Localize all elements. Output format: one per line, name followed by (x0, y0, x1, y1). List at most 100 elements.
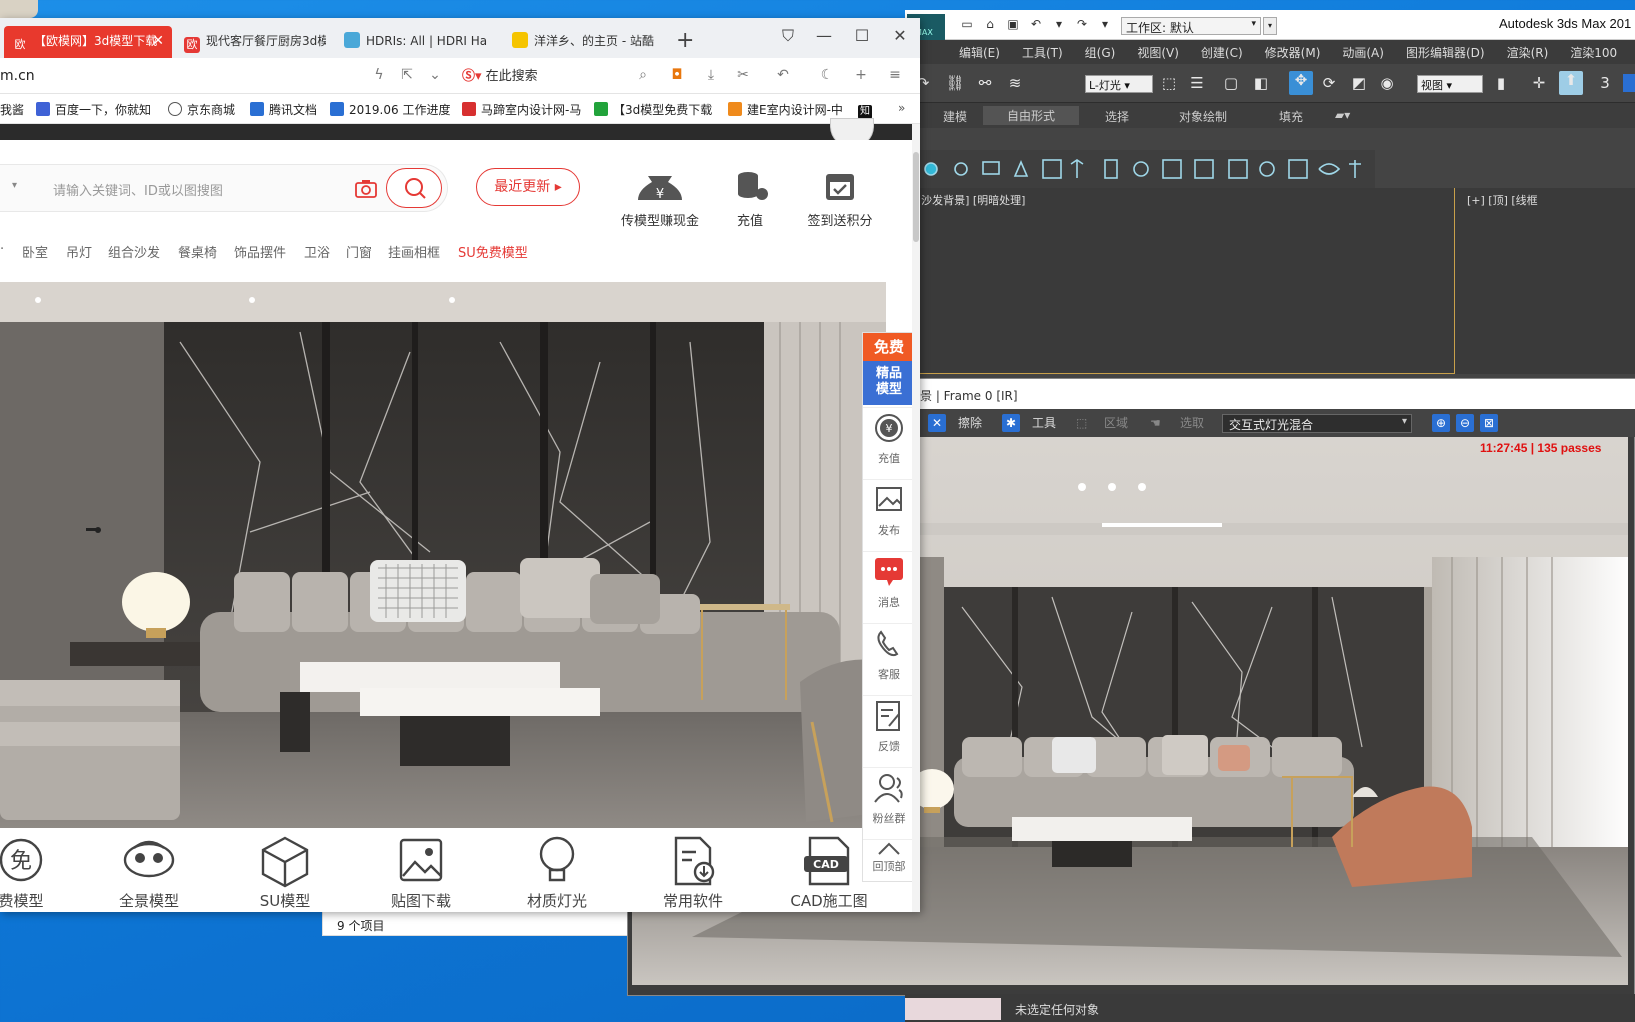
open-file-icon[interactable]: ⌂ (982, 17, 998, 31)
rect-region-icon[interactable]: ▢ (1221, 74, 1241, 92)
night-mode-icon[interactable]: ☾ (818, 67, 836, 83)
menu-tools[interactable]: 工具(T) (1022, 44, 1063, 61)
category-link[interactable]: 挂画相框 (388, 242, 440, 261)
ribbon-tab-populate[interactable]: 填充 (1279, 108, 1303, 125)
checkin-button[interactable]: 签到送积分 (800, 168, 880, 229)
layer-select[interactable]: L-灯光 ▾ (1085, 75, 1153, 93)
menu-animation[interactable]: 动画(A) (1342, 44, 1384, 61)
recharge-button[interactable]: 充值 (710, 168, 790, 229)
viewport-area[interactable]: ] [沙发背景] [明暗处理] [+] [顶] [线框 (905, 188, 1635, 374)
bookmark-3d-free[interactable]: 【3d模型免费下载 (594, 101, 712, 118)
category-link[interactable]: 卫浴 (304, 242, 330, 261)
nav-su-models[interactable]: SU模型 (230, 828, 340, 911)
snap-toggle-3[interactable]: 3 (1595, 74, 1615, 92)
link-icon[interactable]: ⛓ (945, 74, 965, 92)
select-object-icon[interactable]: ⬚ (1159, 74, 1179, 92)
category-link[interactable]: 餐桌椅 (178, 242, 217, 261)
url-field[interactable]: m.cn (0, 68, 35, 84)
tab-hdri-haven[interactable]: HDRIs: All | HDRI Ha (336, 26, 496, 58)
close-icon[interactable]: ✕ (890, 26, 910, 45)
sidebar-item-service[interactable]: 客服 (863, 623, 914, 693)
undo-close-icon[interactable]: ↶ (774, 67, 792, 83)
pick-icon[interactable]: ☚ (1150, 414, 1161, 432)
sidebar-item-feedback[interactable]: 反馈 (863, 695, 914, 765)
chevron-down-icon[interactable]: ⌄ (426, 67, 444, 83)
viewport-label-top[interactable]: [+] [顶] [线框 (1467, 192, 1538, 208)
ribbon-options-icon[interactable]: ▰▾ (1335, 108, 1350, 122)
tab-omo-home[interactable]: 欧【欧模网】3d模型下载 ✕ (4, 26, 172, 58)
nav-texture-download[interactable]: 贴图下载 (366, 828, 476, 911)
select-by-name-icon[interactable]: ☰ (1187, 74, 1207, 92)
region-icon[interactable]: ⬚ (1076, 414, 1087, 432)
scrollbar-thumb[interactable] (913, 152, 919, 242)
free-premium-models-banner[interactable]: 免费 精品 模型 (863, 333, 914, 405)
interactive-light-mix-select[interactable]: 交互式灯光混合 ▾ (1222, 414, 1412, 433)
menu-icon[interactable]: ≡ (886, 67, 904, 83)
viewport-label-perspective[interactable]: ] [沙发背景] [明暗处理] (909, 192, 1025, 208)
bookmark-0[interactable]: 我酱 (0, 101, 24, 118)
angle-snap-icon[interactable] (1623, 74, 1635, 92)
rotate-icon[interactable]: ⟳ (1319, 74, 1339, 92)
desktop-icon[interactable] (0, 0, 38, 18)
maximize-icon[interactable]: ☐ (852, 26, 872, 45)
ribbon-tab-selection[interactable]: 选择 (1105, 108, 1129, 125)
nav-common-software[interactable]: 常用软件 (638, 828, 748, 911)
keyboard-shortcut-icon[interactable]: ⬆ (1559, 71, 1583, 95)
nav-free-models[interactable]: 免 费模型 (0, 828, 76, 911)
download-icon[interactable]: ⤓ (702, 67, 720, 83)
zoom-in-icon[interactable]: ⊕ (1432, 414, 1450, 432)
tab-manager-icon[interactable]: ⛉ (778, 26, 798, 46)
site-search-input[interactable]: 请输入关键词、ID或以图搜图 (53, 180, 223, 199)
search-type-dropdown-icon[interactable]: ▾ (12, 180, 17, 191)
reference-coord-select[interactable]: 视图 ▾ (1417, 75, 1483, 93)
sidebar-item-messages[interactable]: 消息 (863, 551, 914, 621)
erase-button[interactable]: 擦除 (958, 414, 982, 432)
bookmark-tencent-docs[interactable]: 腾讯文档 (250, 101, 317, 118)
category-link[interactable]: · (0, 242, 4, 257)
redo-dropdown-icon[interactable]: ▾ (1097, 17, 1113, 31)
zoom-out-icon[interactable]: ⊖ (1456, 414, 1474, 432)
sidebar-item-publish[interactable]: 发布 (863, 479, 914, 549)
nav-materials-lighting[interactable]: 材质灯光 (502, 828, 612, 911)
bookmark-zhihu[interactable]: 知 (858, 101, 877, 119)
close-tab-icon[interactable]: ✕ (152, 26, 164, 56)
workspace-select[interactable]: 工作区: 默认 ▾ (1121, 17, 1261, 35)
sidebar-item-recharge[interactable]: ¥ 充值 (863, 407, 914, 477)
share-icon[interactable]: ⇱ (398, 67, 416, 83)
nav-cad-drawings[interactable]: CAD CAD施工图 (774, 828, 884, 911)
zoom-fit-icon[interactable]: ⊠ (1480, 414, 1498, 432)
move-icon[interactable]: ✥ (1289, 71, 1313, 95)
category-link-su-free[interactable]: SU免费模型 (458, 242, 528, 261)
pick-button[interactable]: 选取 (1180, 414, 1204, 432)
tab-zcool[interactable]: 洋洋乡、的主页 - 站酷 (504, 26, 664, 58)
category-link[interactable]: 吊灯 (66, 242, 92, 261)
ribbon-tab-modeling[interactable]: 建模 (943, 108, 967, 125)
select-manipulate-icon[interactable]: ✛ (1529, 74, 1549, 92)
bookmark-jd[interactable]: 京东商城 (168, 101, 235, 118)
menu-modifiers[interactable]: 修改器(M) (1265, 44, 1321, 61)
menu-create[interactable]: 创建(C) (1201, 44, 1243, 61)
new-file-icon[interactable]: ▭ (959, 17, 975, 31)
bookmark-baidu[interactable]: 百度一下，你就知 (36, 101, 151, 118)
category-link[interactable]: 卧室 (22, 242, 48, 261)
category-link[interactable]: 门窗 (346, 242, 372, 261)
gear-icon[interactable]: ✱ (1002, 414, 1020, 432)
menu-graph-editors[interactable]: 图形编辑器(D) (1406, 44, 1485, 61)
category-link[interactable]: 饰品摆件 (234, 242, 286, 261)
redo-icon[interactable]: ↷ (1074, 17, 1090, 31)
camera-icon[interactable] (354, 177, 378, 201)
page-scrollbar[interactable] (912, 124, 920, 912)
undo-icon[interactable]: ↶ (1028, 17, 1044, 31)
new-tab-icon[interactable]: + (676, 28, 694, 53)
menu-rendering[interactable]: 渲染(R) (1507, 44, 1549, 61)
tab-living-room-model[interactable]: 欧现代客厅餐厅厨房3d模 (176, 26, 326, 58)
add-icon[interactable]: + (852, 67, 870, 83)
menu-group[interactable]: 组(G) (1085, 44, 1116, 61)
search-icon[interactable]: ⌕ (634, 67, 652, 83)
category-link[interactable]: 组合沙发 (108, 242, 160, 261)
window-crossing-icon[interactable]: ◧ (1251, 74, 1271, 92)
ribbon-tab-freeform[interactable]: 自由形式 (983, 106, 1080, 125)
undo-dropdown-icon[interactable]: ▾ (1051, 17, 1067, 31)
save-icon[interactable]: ▣ (1005, 17, 1021, 31)
lightning-icon[interactable]: ϟ (370, 67, 388, 83)
